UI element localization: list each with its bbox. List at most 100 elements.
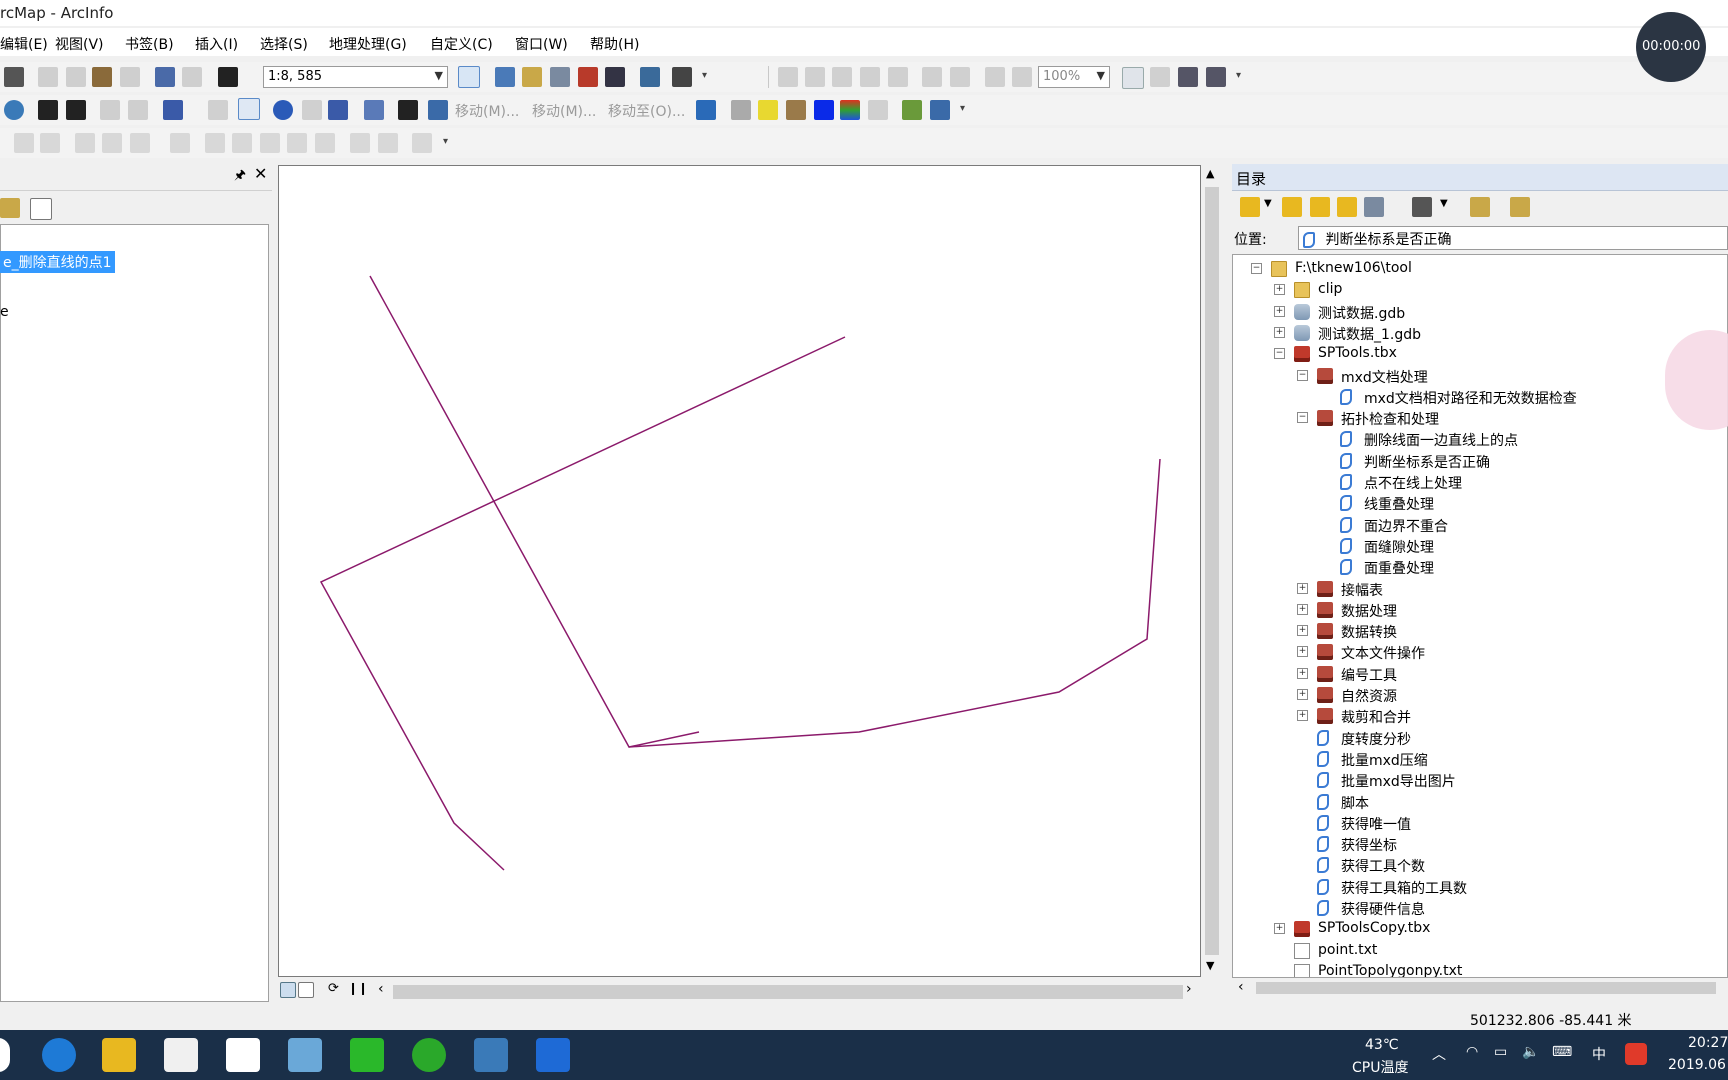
add-data-icon[interactable] <box>218 67 238 87</box>
paste-icon[interactable] <box>92 67 112 87</box>
straight-segment-icon[interactable] <box>75 133 95 153</box>
expand-icon[interactable]: + <box>1274 305 1285 317</box>
catalog-tree-item[interactable]: 删除线面一边直线上的点 <box>1233 429 1727 449</box>
list-by-source-icon[interactable] <box>0 198 20 218</box>
coordinate-xy-icon[interactable] <box>696 100 716 120</box>
move-tool-2[interactable]: 移动(M)... <box>532 101 596 121</box>
sketch-properties-icon[interactable] <box>378 133 398 153</box>
catalog-tree-item[interactable]: 点不在线上处理 <box>1233 472 1727 492</box>
sogou-ime-icon[interactable] <box>1625 1043 1647 1065</box>
scroll-right-icon[interactable]: › <box>1186 981 1192 997</box>
toc-selected-layer[interactable]: e_删除直线的点1 <box>0 251 115 273</box>
menu-customize[interactable]: 自定义(C) <box>430 34 493 54</box>
forward-arrow-icon[interactable] <box>1282 197 1302 217</box>
measure-icon[interactable] <box>364 100 384 120</box>
expand-icon[interactable]: + <box>1274 923 1285 935</box>
catalog-tree-item[interactable]: mxd文档相对路径和无效数据检查 <box>1233 387 1727 407</box>
collapse-icon[interactable]: − <box>1274 348 1285 360</box>
catalog-tree-item[interactable]: − mxd文档处理 <box>1233 366 1727 386</box>
go-back-extent-icon[interactable] <box>985 67 1005 87</box>
catalog-tree-item[interactable]: − 拓扑检查和处理 <box>1233 408 1727 428</box>
reshape-icon[interactable] <box>232 133 252 153</box>
expand-icon[interactable]: + <box>1297 689 1308 700</box>
menu-insert[interactable]: 插入(I) <box>195 34 238 54</box>
go-to-xy-icon[interactable] <box>428 100 448 120</box>
clock-date[interactable]: 2019.06 <box>1668 1057 1726 1073</box>
screen-recorder-task-icon[interactable] <box>536 1038 570 1072</box>
catalog-tree-item[interactable]: + 数据处理 <box>1233 600 1727 620</box>
clock-time[interactable]: 20:27 <box>1688 1035 1728 1051</box>
collapse-icon[interactable]: − <box>1297 412 1308 424</box>
scroll-thumb[interactable] <box>1205 187 1219 955</box>
find-icon[interactable] <box>398 100 418 120</box>
up-one-level-icon[interactable] <box>1310 197 1330 217</box>
run-tool-icon[interactable] <box>758 100 778 120</box>
map-feature-line-2[interactable] <box>319 336 846 871</box>
connect-folder-icon[interactable] <box>1364 197 1384 217</box>
trace-icon[interactable] <box>102 133 122 153</box>
catalog-tree-item[interactable]: 获得硬件信息 <box>1233 898 1727 918</box>
screen-recorder-widget[interactable]: 00:00:00 <box>1636 12 1706 82</box>
catalog-tree-item[interactable]: + 文本文件操作 <box>1233 642 1727 662</box>
delete-icon[interactable] <box>120 67 140 87</box>
point-tool-icon[interactable] <box>130 133 150 153</box>
zoom-100-icon[interactable] <box>888 67 908 87</box>
scroll-down-icon[interactable]: ▼ <box>1206 959 1214 972</box>
catalog-window-icon[interactable] <box>522 67 542 87</box>
menu-windows[interactable]: 窗口(W) <box>515 34 568 54</box>
catalog-tree-item[interactable]: − F:\tknew106\tool <box>1233 259 1727 279</box>
catalog-tree-item[interactable]: 批量mxd压缩 <box>1233 749 1727 769</box>
expand-icon[interactable]: + <box>1274 326 1285 338</box>
toolbar-overflow-icon[interactable]: ▾ <box>960 104 968 119</box>
catalog-horizontal-scrollbar[interactable]: ‹ <box>1232 978 1728 998</box>
battery-icon[interactable]: ▭ <box>1494 1044 1507 1060</box>
close-icon[interactable]: ✕ <box>254 164 267 183</box>
catalog-tree-item[interactable]: + SPToolsCopy.tbx <box>1233 919 1727 939</box>
catalog-tree-item[interactable]: 度转度分秒 <box>1233 728 1727 748</box>
whats-this-icon[interactable] <box>672 67 692 87</box>
identify-icon[interactable] <box>273 100 293 120</box>
catalog-tree-item[interactable]: + 裁剪和合并 <box>1233 706 1727 726</box>
edit-tool-icon[interactable] <box>14 133 34 153</box>
magnifier-window-icon[interactable] <box>930 100 950 120</box>
change-layout-icon[interactable] <box>1178 67 1198 87</box>
snapping-icon[interactable] <box>170 133 190 153</box>
catalog-tree-item[interactable]: + 数据转换 <box>1233 621 1727 641</box>
file-explorer-icon[interactable] <box>102 1038 136 1072</box>
iqiyi-icon[interactable] <box>350 1038 384 1072</box>
catalog-tree-item[interactable]: 面边界不重合 <box>1233 515 1727 535</box>
copy-icon[interactable] <box>66 67 86 87</box>
launch-arccatalog-icon[interactable] <box>1470 197 1490 217</box>
catalog-tree-item[interactable]: 获得唯一值 <box>1233 813 1727 833</box>
python-window-icon[interactable] <box>605 67 625 87</box>
catalog-tree-item[interactable]: 面重叠处理 <box>1233 557 1727 577</box>
toggle-contents-icon[interactable] <box>1510 197 1530 217</box>
toggle-draft-mode-icon[interactable] <box>1122 67 1144 89</box>
catalog-tree-item[interactable]: + 接幅表 <box>1233 579 1727 599</box>
catalog-tree-item[interactable]: point.txt <box>1233 941 1727 961</box>
zoom-whole-page-icon[interactable] <box>860 67 880 87</box>
catalog-tree-item[interactable]: − SPTools.tbx <box>1233 344 1727 364</box>
toc-layer-item[interactable]: e <box>0 304 9 320</box>
collapse-icon[interactable]: − <box>1251 263 1262 274</box>
catalog-tree-item[interactable]: 获得工具箱的工具数 <box>1233 877 1727 897</box>
catalog-tree-item[interactable]: + 测试数据_1.gdb <box>1233 323 1727 343</box>
data-driven-pages-icon[interactable] <box>1206 67 1226 87</box>
catalog-tree-item[interactable]: 获得工具个数 <box>1233 855 1727 875</box>
edge-browser-icon[interactable] <box>42 1038 76 1072</box>
undo-icon[interactable] <box>155 67 175 87</box>
catalog-tree-item[interactable]: PointTopolygonpy.txt <box>1233 962 1727 977</box>
focus-data-frame-icon[interactable] <box>1150 67 1170 87</box>
create-features-icon[interactable] <box>412 133 432 153</box>
network-icon[interactable]: ◠ <box>1466 1044 1478 1060</box>
table-of-contents-icon[interactable] <box>495 67 515 87</box>
search-window-icon[interactable] <box>550 67 570 87</box>
scroll-up-icon[interactable]: ▲ <box>1206 167 1214 180</box>
split-icon[interactable] <box>287 133 307 153</box>
scroll-left-icon[interactable]: ‹ <box>378 981 384 997</box>
raster-layers-icon[interactable] <box>840 100 860 120</box>
menu-selection[interactable]: 选择(S) <box>260 34 308 54</box>
fixed-zoom-in-map-icon[interactable] <box>38 100 58 120</box>
map-view[interactable] <box>278 165 1201 977</box>
map-horizontal-scrollbar[interactable]: ⟳ ❙❙ ‹ › <box>278 979 1201 1003</box>
